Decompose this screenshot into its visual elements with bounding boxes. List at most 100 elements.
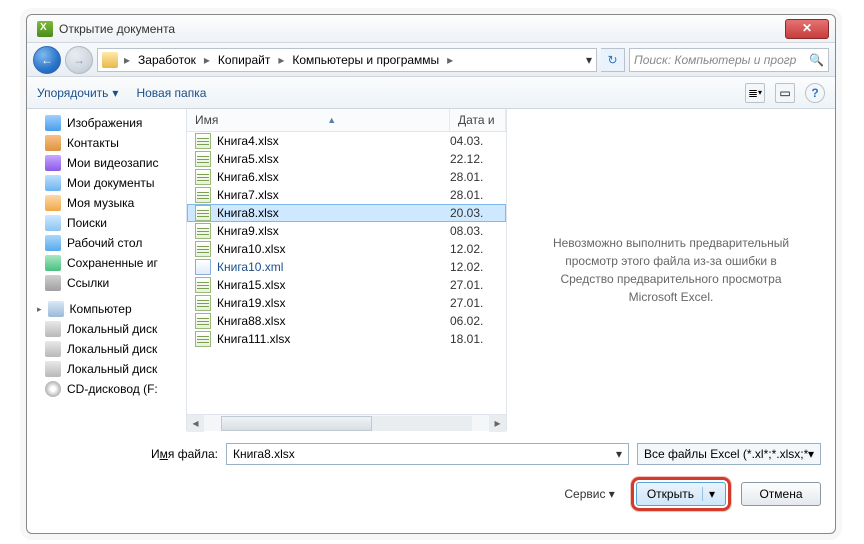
sidebar-drive[interactable]: Локальный диск: [27, 339, 186, 359]
excel-app-icon: [37, 21, 53, 37]
file-date: 18.01.: [450, 332, 498, 346]
close-button[interactable]: ✕: [785, 19, 829, 39]
body-area: Изображения Контакты Мои видеозапис Мои док…: [27, 109, 835, 431]
sidebar-item[interactable]: Ссылки: [27, 273, 186, 293]
file-name: Книга7.xlsx: [217, 188, 444, 202]
file-row[interactable]: Книга9.xlsx 08.03.: [187, 222, 506, 240]
scroll-thumb[interactable]: [221, 416, 372, 431]
file-row[interactable]: Книга111.xlsx18.01.: [187, 330, 506, 348]
refresh-button[interactable]: ↻: [601, 48, 625, 72]
file-date: 04.03.: [450, 134, 498, 148]
open-button[interactable]: Открыть ▾: [636, 482, 726, 506]
chevron-right-icon: ▸: [122, 53, 132, 67]
file-date: 08.03.: [450, 224, 498, 238]
file-row[interactable]: Книга6.xlsx28.01.: [187, 168, 506, 186]
back-button[interactable]: ←: [33, 46, 61, 74]
file-type-filter[interactable]: Все файлы Excel (*.xl*;*.xlsx;*.xl ▾: [637, 443, 821, 465]
sidebar-item[interactable]: Контакты: [27, 133, 186, 153]
file-row[interactable]: Книга7.xlsx28.01.: [187, 186, 506, 204]
cd-icon: [45, 381, 61, 397]
file-name: Книга4.xlsx: [217, 134, 444, 148]
view-options-button[interactable]: ≣ ▾: [745, 83, 765, 103]
sidebar-item-label: Мои видеозапис: [67, 156, 159, 170]
sidebar-item-label: Ссылки: [67, 276, 109, 290]
chevron-right-icon: ▸: [202, 53, 212, 67]
file-name: Книга9.xlsx: [217, 224, 444, 238]
file-row[interactable]: Книга8.xlsx20.03.: [187, 204, 506, 222]
chevron-down-icon: ▾: [808, 447, 814, 461]
contact-icon: [45, 135, 61, 151]
xlsx-file-icon: [195, 169, 211, 185]
sidebar-item[interactable]: Поиски: [27, 213, 186, 233]
sidebar-item[interactable]: Рабочий стол: [27, 233, 186, 253]
sidebar-item-label: Моя музыка: [67, 196, 134, 210]
chevron-right-icon: ▸: [445, 53, 455, 67]
computer-icon: [48, 301, 64, 317]
desk-icon: [45, 235, 61, 251]
new-folder-button[interactable]: Новая папка: [136, 86, 206, 100]
file-name: Книга8.xlsx: [217, 206, 444, 220]
file-row[interactable]: Книга88.xlsx06.02.: [187, 312, 506, 330]
breadcrumb-seg[interactable]: Копирайт: [214, 53, 274, 67]
horizontal-scrollbar[interactable]: ◂ ▸: [187, 414, 506, 431]
organize-button[interactable]: Упорядочить ▾: [37, 86, 118, 100]
sidebar-item[interactable]: Мои документы: [27, 173, 186, 193]
preview-pane-button[interactable]: ▭: [775, 83, 795, 103]
file-date: 28.01.: [450, 170, 498, 184]
file-list: Имя ▲ Дата и Книга4.xlsx 04.03. Книга5.xls…: [187, 109, 507, 431]
sidebar-drive[interactable]: Локальный диск: [27, 359, 186, 379]
sidebar-computer[interactable]: ▸Компьютер: [27, 299, 186, 319]
column-date[interactable]: Дата и: [450, 109, 506, 131]
window-title: Открытие документа: [59, 22, 175, 36]
breadcrumb-seg[interactable]: Компьютеры и программы: [288, 53, 443, 67]
arrow-left-icon: ←: [41, 53, 53, 67]
chevron-right-icon: ▸: [276, 53, 286, 67]
file-date: 06.02.: [450, 314, 498, 328]
sidebar-drive[interactable]: CD-дисковод (F:: [27, 379, 186, 399]
disk-icon: [45, 321, 61, 337]
chevron-down-icon[interactable]: ▾: [586, 53, 592, 67]
xlsx-file-icon: [195, 223, 211, 239]
file-row[interactable]: Книга19.xlsx27.01.: [187, 294, 506, 312]
sidebar-item[interactable]: Моя музыка: [27, 193, 186, 213]
chevron-down-icon[interactable]: ▾: [702, 487, 715, 501]
breadcrumb-seg[interactable]: Заработок: [134, 53, 200, 67]
list-icon: ≣: [748, 86, 758, 100]
link-icon: [45, 275, 61, 291]
help-button[interactable]: ?: [805, 83, 825, 103]
cancel-button[interactable]: Отмена: [741, 482, 821, 506]
file-name: Книга10.xml: [217, 260, 444, 274]
scroll-left-icon[interactable]: ◂: [187, 415, 204, 432]
column-name[interactable]: Имя ▲: [187, 109, 450, 131]
file-row[interactable]: Книга5.xlsx22.12.: [187, 150, 506, 168]
filename-label: Имя файла:: [151, 447, 218, 461]
sidebar-drive[interactable]: Локальный диск: [27, 319, 186, 339]
chevron-down-icon: ▾: [609, 487, 615, 501]
file-row[interactable]: Книга10.xml 12.02.: [187, 258, 506, 276]
xlsx-file-icon: [195, 313, 211, 329]
forward-button[interactable]: →: [65, 46, 93, 74]
file-row[interactable]: Книга10.xlsx 12.02.: [187, 240, 506, 258]
scroll-right-icon[interactable]: ▸: [489, 415, 506, 432]
file-date: 12.02.: [450, 242, 498, 256]
sidebar-item[interactable]: Мои видеозапис: [27, 153, 186, 173]
sidebar-item-label: Сохраненные иг: [67, 256, 158, 270]
file-date: 12.02.: [450, 260, 498, 274]
file-name: Книга10.xlsx: [217, 242, 444, 256]
sidebar-item[interactable]: Изображения: [27, 113, 186, 133]
filename-input[interactable]: Книга8.xlsx ▾: [226, 443, 629, 465]
file-name: Книга15.xlsx: [217, 278, 444, 292]
preview-error-message: Невозможно выполнить предварительный про…: [541, 234, 801, 306]
sidebar-item-label: Контакты: [67, 136, 119, 150]
breadcrumb[interactable]: ▸ Заработок ▸ Копирайт ▸ Компьютеры и пр…: [97, 48, 597, 72]
file-row[interactable]: Книга15.xlsx27.01.: [187, 276, 506, 294]
preview-pane: Невозможно выполнить предварительный про…: [507, 109, 835, 431]
arrow-right-icon: →: [73, 53, 85, 67]
file-row[interactable]: Книга4.xlsx 04.03.: [187, 132, 506, 150]
search-input[interactable]: Поиск: Компьютеры и прогр 🔍: [629, 48, 829, 72]
xlsx-file-icon: [195, 277, 211, 293]
tools-button[interactable]: Сервис ▾: [564, 487, 620, 501]
chevron-down-icon[interactable]: ▾: [616, 447, 622, 461]
help-icon: ?: [811, 86, 818, 100]
sidebar-item[interactable]: Сохраненные иг: [27, 253, 186, 273]
